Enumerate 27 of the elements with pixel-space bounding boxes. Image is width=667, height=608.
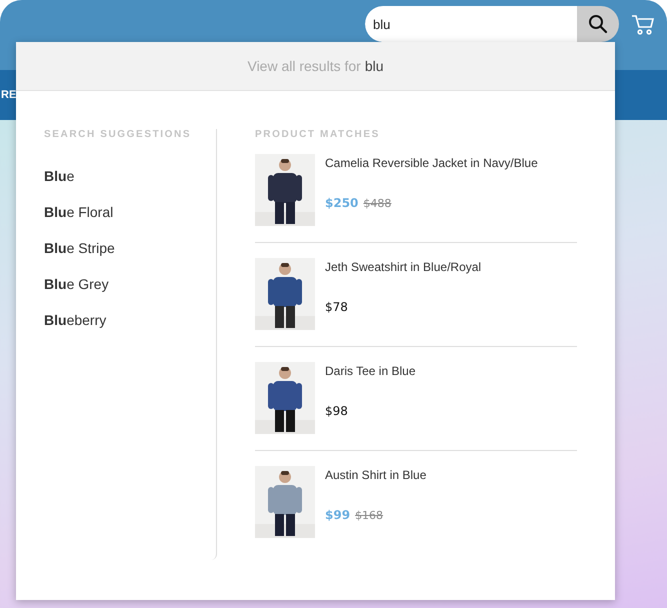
- search-field[interactable]: blu: [365, 6, 577, 42]
- original-price: $488: [363, 197, 392, 210]
- product-name: Camelia Reversible Jacket in Navy/Blue: [325, 156, 538, 170]
- search-button[interactable]: [577, 6, 619, 42]
- product-name: Daris Tee in Blue: [325, 364, 416, 378]
- product-price: $250: [325, 196, 358, 210]
- suggestion-item[interactable]: Blue Stripe: [44, 240, 216, 256]
- view-all-results-link[interactable]: View all results for blu: [16, 42, 615, 91]
- product-price: $78: [325, 300, 348, 314]
- search-icon: [588, 14, 608, 34]
- product-item[interactable]: Austin Shirt in Blue $99 $168: [255, 451, 577, 554]
- product-item[interactable]: Daris Tee in Blue $98: [255, 347, 577, 451]
- suggestion-item[interactable]: Blue Grey: [44, 276, 216, 292]
- section-heading: SEARCH SUGGESTIONS: [44, 129, 192, 140]
- suggestion-item[interactable]: Blueberry: [44, 312, 216, 328]
- cart-icon[interactable]: [631, 14, 655, 36]
- product-name: Austin Shirt in Blue: [325, 468, 426, 482]
- suggestion-item[interactable]: Blue: [44, 168, 216, 184]
- product-price: $98: [325, 404, 348, 418]
- product-price: $99: [325, 508, 350, 522]
- product-name: Jeth Sweatshirt in Blue/Royal: [325, 260, 482, 274]
- original-price: $168: [355, 509, 384, 522]
- section-heading: PRODUCT MATCHES: [255, 129, 381, 140]
- nav-link[interactable]: RE: [1, 89, 16, 101]
- product-item[interactable]: Jeth Sweatshirt in Blue/Royal $78: [255, 243, 577, 347]
- product-item[interactable]: Camelia Reversible Jacket in Navy/Blue $250 $488: [255, 140, 577, 243]
- suggestion-item[interactable]: Blue Floral: [44, 204, 216, 220]
